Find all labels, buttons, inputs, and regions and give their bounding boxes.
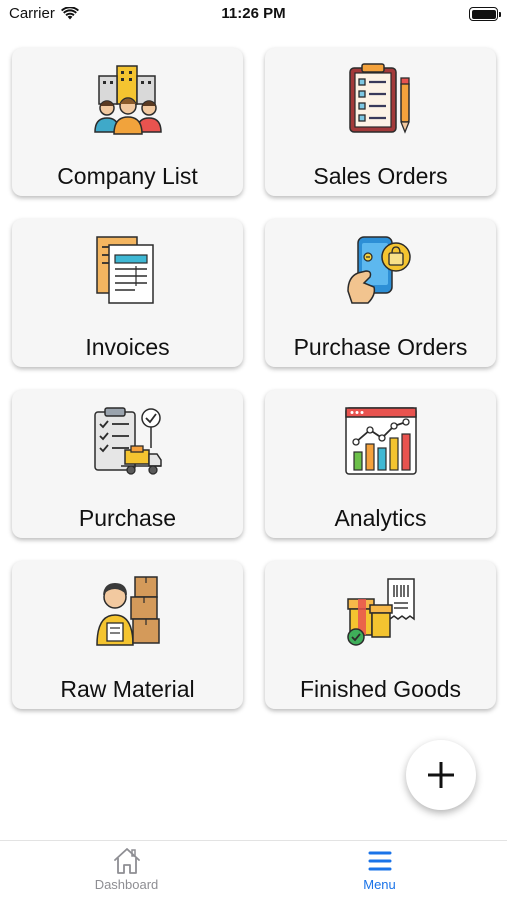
tab-label: Dashboard	[94, 877, 159, 892]
finished-goods-tile[interactable]: Finished Goods	[265, 561, 496, 709]
tile-label: Invoices	[85, 334, 170, 360]
mobile-shopping-icon	[346, 236, 411, 304]
clock: 11:26 PM	[221, 5, 286, 22]
worker-boxes-icon	[95, 576, 160, 646]
purchase-tile[interactable]: Purchase	[12, 390, 243, 538]
analytics-chart-icon	[344, 407, 417, 475]
tile-label: Analytics	[334, 505, 427, 531]
tile-label: Company List	[57, 163, 198, 189]
tile-label: Sales Orders	[313, 163, 448, 189]
invoices-tile[interactable]: Invoices	[12, 219, 243, 367]
clipboard-checklist-icon	[348, 63, 410, 134]
tile-label: Purchase Orders	[293, 334, 468, 360]
home-icon	[113, 848, 140, 874]
analytics-tile[interactable]: Analytics	[265, 390, 496, 538]
invoice-documents-icon	[95, 236, 154, 304]
tile-label: Purchase	[78, 505, 177, 531]
status-bar: Carrier 11:26 PM	[0, 0, 507, 30]
tab-label: Menu	[363, 877, 396, 892]
tile-label: Finished Goods	[299, 676, 462, 702]
tab-menu[interactable]: Menu	[253, 841, 506, 900]
tile-label: Raw Material	[60, 676, 195, 702]
packages-receipt-icon	[346, 578, 415, 646]
tab-bar: Dashboard Menu	[0, 840, 507, 900]
company-people-icon	[93, 65, 162, 135]
purchase-orders-tile[interactable]: Purchase Orders	[265, 219, 496, 367]
menu-grid: Company List Sales Orders Invoices Purch…	[12, 48, 496, 709]
hamburger-icon	[368, 851, 391, 871]
add-button[interactable]	[406, 740, 476, 810]
sales-orders-tile[interactable]: Sales Orders	[265, 48, 496, 196]
checklist-delivery-icon	[93, 407, 162, 475]
company-list-tile[interactable]: Company List	[12, 48, 243, 196]
plus-icon	[428, 762, 454, 788]
tab-dashboard[interactable]: Dashboard	[0, 841, 253, 900]
raw-material-tile[interactable]: Raw Material	[12, 561, 243, 709]
battery-icon	[469, 7, 501, 21]
